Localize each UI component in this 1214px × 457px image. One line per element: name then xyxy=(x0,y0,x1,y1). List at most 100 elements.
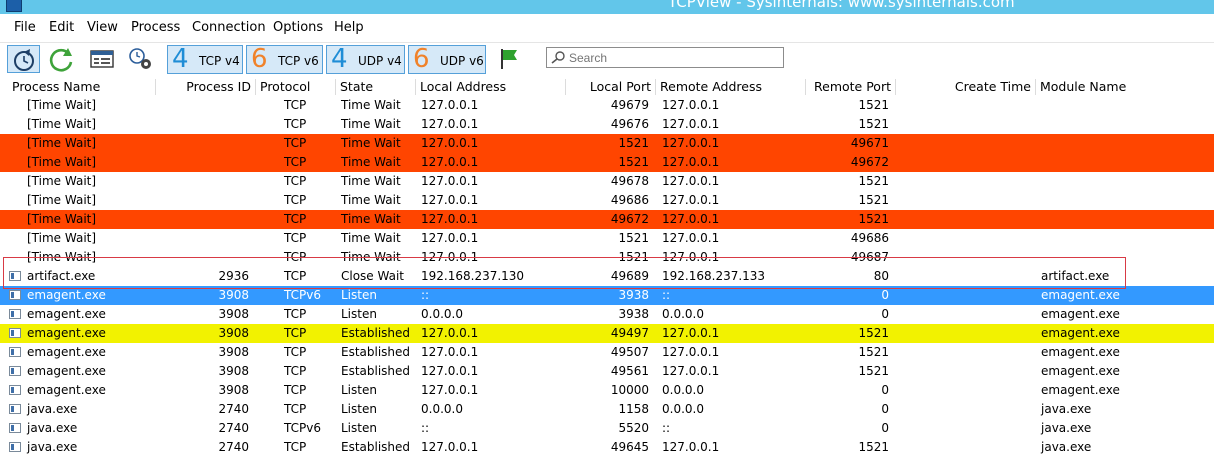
cell-raddr: 0.0.0.0 xyxy=(662,307,704,321)
show-unconnected-button[interactable] xyxy=(493,45,525,73)
table-row[interactable]: emagent.exe 3908 TCP Established 127.0.0.1 49… xyxy=(0,362,1214,381)
menu-connection[interactable]: Connection xyxy=(192,20,266,35)
table-row[interactable]: java.exe 2740 TCP Listen 0.0.0.0 1158 0.0.0.0 0… xyxy=(0,400,1214,419)
cell-laddr: 192.168.237.130 xyxy=(421,269,525,283)
table-row[interactable]: emagent.exe 3908 TCP Listen 0.0.0.0 3938 0.0.0… xyxy=(0,305,1214,324)
cell-laddr: 127.0.0.1 xyxy=(421,383,479,397)
col-remote-port[interactable]: Remote Port xyxy=(806,79,896,95)
table-row[interactable]: [Time Wait] TCP Time Wait 127.0.0.1 1521 127.… xyxy=(0,229,1214,248)
cell-proto: TCP xyxy=(284,117,307,131)
menu-view[interactable]: View xyxy=(87,20,118,35)
col-local-address[interactable]: Local Address xyxy=(416,79,566,95)
cell-laddr: 127.0.0.1 xyxy=(421,250,479,264)
menu-options[interactable]: Options xyxy=(273,20,323,35)
menu-help[interactable]: Help xyxy=(334,20,364,35)
cell-state: Time Wait xyxy=(341,155,401,169)
col-create-time[interactable]: Create Time xyxy=(896,79,1036,95)
cell-pid: 2740 xyxy=(218,440,249,454)
refresh-icon xyxy=(49,48,73,72)
table-row[interactable]: emagent.exe 3908 TCP Established 127.0.0.1 49… xyxy=(0,343,1214,362)
udp-v6-toggle[interactable]: 6 UDP v6 xyxy=(408,44,486,74)
refresh-button[interactable] xyxy=(44,45,80,73)
cell-name: artifact.exe xyxy=(27,269,96,283)
col-local-port[interactable]: Local Port xyxy=(566,79,656,95)
cell-state: Established xyxy=(341,326,411,340)
resolve-addresses-icon xyxy=(90,50,114,68)
menu-file[interactable]: File xyxy=(14,20,36,35)
cell-rport: 80 xyxy=(873,269,889,283)
process-icon xyxy=(9,347,21,357)
table-row[interactable]: artifact.exe 2936 TCP Close Wait 192.168.237… xyxy=(0,267,1214,286)
table-row[interactable]: [Time Wait] TCP Time Wait 127.0.0.1 1521 127.… xyxy=(0,153,1214,172)
cell-name: [Time Wait] xyxy=(27,174,97,188)
table-row[interactable]: [Time Wait] TCP Time Wait 127.0.0.1 49679 127… xyxy=(0,96,1214,115)
udp-v4-toggle[interactable]: 4 UDP v4 xyxy=(326,44,405,74)
col-process-id[interactable]: Process ID xyxy=(156,79,256,95)
table-row[interactable]: [Time Wait] TCP Time Wait 127.0.0.1 1521 127.… xyxy=(0,248,1214,267)
cell-lport: 1521 xyxy=(618,155,649,169)
udp-v6-label: UDP v6 xyxy=(440,54,484,68)
col-protocol[interactable]: Protocol xyxy=(256,79,336,95)
column-header: Process Name Process ID Protocol State L… xyxy=(0,77,1214,97)
process-icon xyxy=(9,290,21,300)
cell-rport: 1521 xyxy=(858,364,889,378)
col-module-name[interactable]: Module Name xyxy=(1036,79,1214,95)
tcp-v6-toggle[interactable]: 6 TCP v6 xyxy=(246,44,323,74)
menu-process[interactable]: Process xyxy=(131,20,180,35)
cell-pid: 3908 xyxy=(218,326,249,340)
cell-raddr: 127.0.0.1 xyxy=(662,440,720,454)
cell-raddr: 127.0.0.1 xyxy=(662,345,720,359)
cell-raddr: 127.0.0.1 xyxy=(662,136,720,150)
cell-rport: 1521 xyxy=(858,440,889,454)
col-remote-address[interactable]: Remote Address xyxy=(656,79,806,95)
table-row[interactable]: [Time Wait] TCP Time Wait 127.0.0.1 49686 127… xyxy=(0,191,1214,210)
search-input[interactable] xyxy=(569,49,779,66)
cell-proto: TCP xyxy=(284,383,307,397)
cell-module: emagent.exe xyxy=(1041,364,1120,378)
cell-module: emagent.exe xyxy=(1041,307,1120,321)
auto-refresh-button[interactable] xyxy=(7,45,40,73)
cell-proto: TCP xyxy=(284,231,307,245)
cell-lport: 1521 xyxy=(618,250,649,264)
table-row[interactable]: emagent.exe 3908 TCPv6 Listen:: 3938:: 0 emage… xyxy=(0,286,1214,305)
cell-rport: 49687 xyxy=(850,250,889,264)
title-bar: TCPView - Sysinternals: www.sysinternals… xyxy=(0,0,1214,14)
cell-module: emagent.exe xyxy=(1041,383,1120,397)
tcp-v4-label: TCP v4 xyxy=(199,54,240,68)
menu-edit[interactable]: Edit xyxy=(49,20,74,35)
table-row[interactable]: emagent.exe 3908 TCP Established 127.0.0.1 49… xyxy=(0,324,1214,343)
cell-name: emagent.exe xyxy=(27,326,106,340)
process-icon xyxy=(9,442,21,452)
cell-name: [Time Wait] xyxy=(27,250,97,264)
cell-rport: 1521 xyxy=(858,326,889,340)
table-row[interactable]: [Time Wait] TCP Time Wait 127.0.0.1 49672 127… xyxy=(0,210,1214,229)
process-icon xyxy=(9,366,21,376)
settings-button[interactable] xyxy=(126,45,160,73)
cell-name: emagent.exe xyxy=(27,345,106,359)
tcp-v4-toggle[interactable]: 4 TCP v4 xyxy=(167,44,243,74)
cell-lport: 5520 xyxy=(618,421,649,435)
app-icon xyxy=(6,0,22,12)
cell-lport: 49497 xyxy=(610,326,649,340)
table-row[interactable]: emagent.exe 3908 TCP Listen 127.0.0.1 10000 0.… xyxy=(0,381,1214,400)
resolve-addresses-button[interactable] xyxy=(86,45,120,73)
table-row[interactable]: [Time Wait] TCP Time Wait 127.0.0.1 49676 127… xyxy=(0,115,1214,134)
menu-bar: File Edit View Process Connection Option… xyxy=(0,14,1214,43)
cell-name: emagent.exe xyxy=(27,364,106,378)
cell-module: java.exe xyxy=(1041,440,1092,454)
table-row[interactable]: java.exe 2740 TCPv6 Listen:: 5520:: 0 java.exe xyxy=(0,419,1214,438)
cell-laddr: 127.0.0.1 xyxy=(421,136,479,150)
search-box[interactable] xyxy=(546,47,784,68)
cell-pid: 2936 xyxy=(218,269,249,283)
table-row[interactable]: [Time Wait] TCP Time Wait 127.0.0.1 1521 127.… xyxy=(0,134,1214,153)
cell-name: [Time Wait] xyxy=(27,117,97,131)
cell-lport: 3938 xyxy=(618,307,649,321)
cell-lport: 49676 xyxy=(610,117,649,131)
cell-raddr: 127.0.0.1 xyxy=(662,231,720,245)
col-state[interactable]: State xyxy=(336,79,416,95)
cell-raddr: 127.0.0.1 xyxy=(662,117,720,131)
col-process-name[interactable]: Process Name xyxy=(8,79,156,95)
table-row[interactable]: [Time Wait] TCP Time Wait 127.0.0.1 49678 127… xyxy=(0,172,1214,191)
process-icon xyxy=(9,423,21,433)
cell-lport: 49686 xyxy=(610,193,649,207)
